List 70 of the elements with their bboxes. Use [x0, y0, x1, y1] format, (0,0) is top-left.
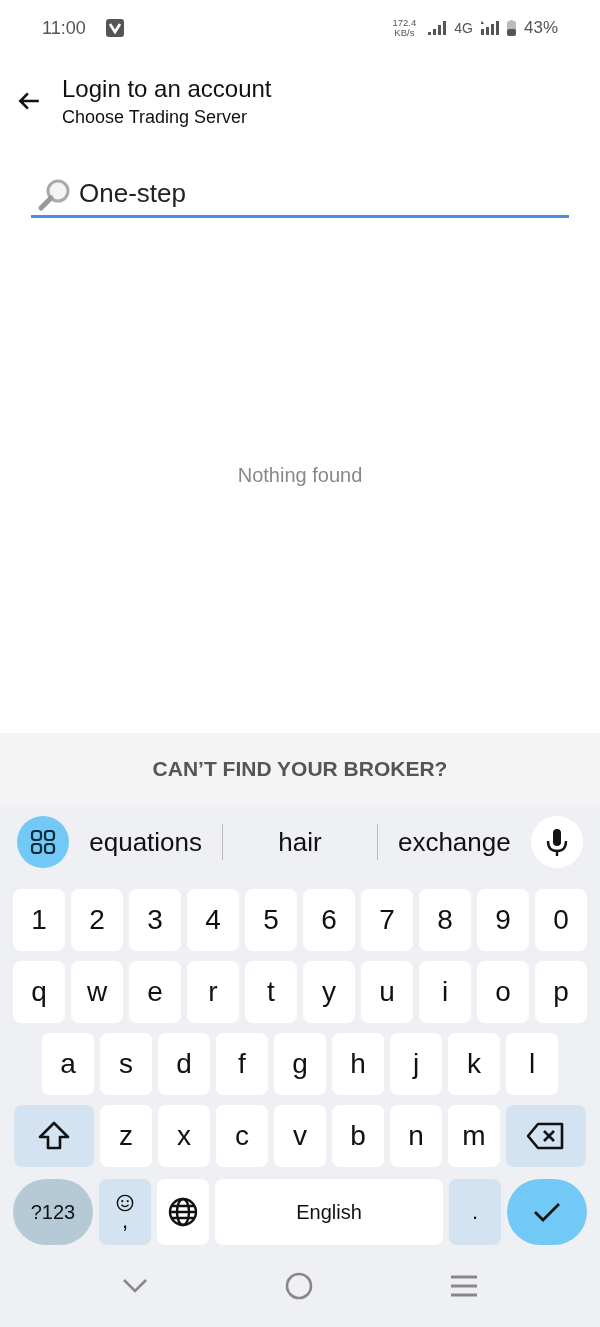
- network-speed: 172.4 KB/s: [392, 18, 417, 38]
- keyboard-key[interactable]: y: [303, 961, 355, 1023]
- shift-key[interactable]: [14, 1105, 94, 1167]
- signal-icon: [480, 21, 499, 35]
- keyboard-key[interactable]: z: [100, 1105, 152, 1167]
- checkmark-icon: [532, 1200, 562, 1224]
- keyboard-key[interactable]: d: [158, 1033, 210, 1095]
- keyboard-key[interactable]: 8: [419, 889, 471, 951]
- comma-label: ,: [121, 1212, 129, 1230]
- broker-help-button[interactable]: CAN’T FIND YOUR BROKER?: [0, 733, 600, 805]
- emoji-comma-key[interactable]: ,: [99, 1179, 151, 1245]
- keyboard-key[interactable]: 2: [71, 889, 123, 951]
- search-icon: [37, 178, 71, 212]
- keyboard-key[interactable]: w: [71, 961, 123, 1023]
- backspace-key[interactable]: [506, 1105, 586, 1167]
- keyboard-key[interactable]: g: [274, 1033, 326, 1095]
- keyboard-key[interactable]: t: [245, 961, 297, 1023]
- clock-time: 11:00: [42, 17, 86, 39]
- apps-grid-icon[interactable]: [17, 816, 69, 868]
- search-field[interactable]: One-step: [31, 176, 569, 218]
- keyboard-key[interactable]: f: [216, 1033, 268, 1095]
- chevron-down-icon[interactable]: [121, 1278, 148, 1294]
- keyboard-key[interactable]: h: [332, 1033, 384, 1095]
- keyboard-key[interactable]: p: [535, 961, 587, 1023]
- keyboard-key[interactable]: 5: [245, 889, 297, 951]
- keyboard-key[interactable]: s: [100, 1033, 152, 1095]
- screen-subtitle: Choose Trading Server: [62, 106, 249, 128]
- empty-message: Nothing found: [237, 464, 363, 487]
- battery-icon: [506, 20, 516, 36]
- keyboard-key[interactable]: q: [13, 961, 65, 1023]
- keyboard-key[interactable]: 9: [477, 889, 529, 951]
- keyboard-key[interactable]: 6: [303, 889, 355, 951]
- symbols-key[interactable]: ?123: [13, 1179, 93, 1245]
- keyboard-key[interactable]: i: [419, 961, 471, 1023]
- keyboard-key[interactable]: x: [158, 1105, 210, 1167]
- language-key[interactable]: [157, 1179, 209, 1245]
- keyboard-key[interactable]: b: [332, 1105, 384, 1167]
- keyboard-key[interactable]: l: [506, 1033, 558, 1095]
- keyboard-key[interactable]: 3: [129, 889, 181, 951]
- emoji-icon: [116, 1194, 134, 1212]
- keyboard-key[interactable]: m: [448, 1105, 500, 1167]
- keyboard-key[interactable]: c: [216, 1105, 268, 1167]
- keyboard-key[interactable]: v: [274, 1105, 326, 1167]
- keyboard-key[interactable]: a: [42, 1033, 94, 1095]
- signal-icon: [428, 21, 447, 35]
- keyboard-key[interactable]: j: [390, 1033, 442, 1095]
- keyboard-key[interactable]: u: [361, 961, 413, 1023]
- word-suggestion[interactable]: equations: [81, 826, 211, 858]
- keyboard-key[interactable]: 0: [535, 889, 587, 951]
- period-key[interactable]: .: [449, 1179, 501, 1245]
- word-suggestion[interactable]: exchange: [389, 826, 519, 858]
- keyboard-key[interactable]: 4: [187, 889, 239, 951]
- backspace-icon: [526, 1121, 566, 1151]
- keyboard-key[interactable]: r: [187, 961, 239, 1023]
- word-suggestion[interactable]: hair: [235, 826, 365, 858]
- keyboard-key[interactable]: e: [129, 961, 181, 1023]
- battery-percentage: 43%: [523, 18, 558, 38]
- screen-title: Login to an account: [62, 74, 272, 103]
- network-type: 4G: [454, 20, 473, 36]
- microphone-icon[interactable]: [531, 816, 583, 868]
- keyboard-key[interactable]: k: [448, 1033, 500, 1095]
- globe-icon: [167, 1196, 199, 1228]
- home-circle-icon[interactable]: [285, 1272, 313, 1300]
- space-key[interactable]: English: [215, 1179, 443, 1245]
- keyboard-key[interactable]: 1: [13, 889, 65, 951]
- keyboard-key[interactable]: 7: [361, 889, 413, 951]
- keyboard-key[interactable]: o: [477, 961, 529, 1023]
- keyboard-key[interactable]: n: [390, 1105, 442, 1167]
- app-notification-icon: [105, 19, 124, 37]
- menu-icon[interactable]: [450, 1275, 479, 1297]
